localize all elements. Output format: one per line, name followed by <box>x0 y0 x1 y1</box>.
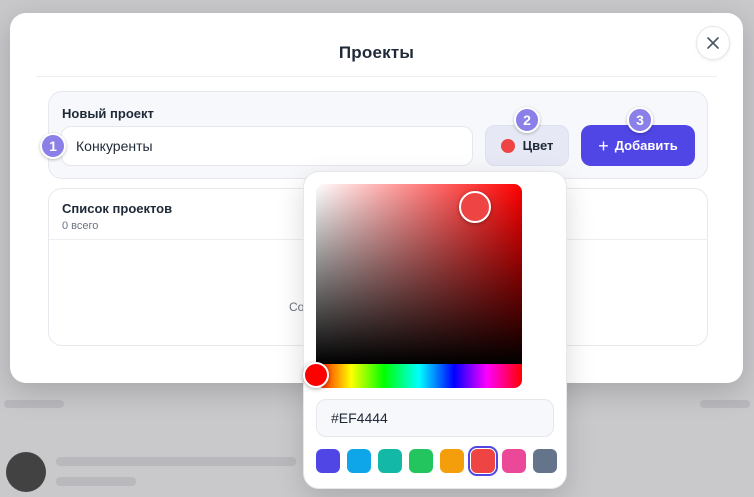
background-text <box>700 400 750 408</box>
step-marker-3: 3 <box>627 107 653 133</box>
project-name-input[interactable] <box>61 126 473 166</box>
hue-slider[interactable] <box>316 364 522 388</box>
color-button-label: Цвет <box>522 138 554 153</box>
color-swatch[interactable] <box>378 449 402 473</box>
new-project-card: Новый проект Цвет + Добавить <box>48 91 708 179</box>
new-project-label: Новый проект <box>62 106 154 121</box>
background-text <box>56 477 136 486</box>
color-swatch[interactable] <box>440 449 464 473</box>
hue-handle[interactable] <box>303 362 329 388</box>
background-text <box>4 400 64 408</box>
color-picker-popover <box>303 171 567 489</box>
color-swatch[interactable] <box>409 449 433 473</box>
divider <box>36 76 717 77</box>
color-swatch[interactable] <box>347 449 371 473</box>
project-count: 0 всего <box>62 220 99 232</box>
close-button[interactable] <box>696 26 730 60</box>
color-dot <box>500 138 515 153</box>
color-swatch[interactable] <box>316 449 340 473</box>
color-swatch[interactable] <box>468 446 498 476</box>
saturation-value-area[interactable] <box>316 184 522 364</box>
color-swatch[interactable] <box>533 449 557 473</box>
color-swatch[interactable] <box>502 449 526 473</box>
background-avatar <box>6 452 46 492</box>
step-marker-1: 1 <box>40 133 66 159</box>
step-marker-2: 2 <box>514 107 540 133</box>
plus-icon: + <box>598 135 609 156</box>
project-list-label: Список проектов <box>62 201 173 216</box>
saturation-handle[interactable] <box>459 191 491 223</box>
close-icon <box>707 37 719 49</box>
background-text <box>56 457 296 466</box>
add-button-label: Добавить <box>614 138 678 153</box>
hex-input[interactable] <box>316 399 554 437</box>
swatch-row <box>316 446 557 476</box>
modal-title: Проекты <box>338 43 415 62</box>
